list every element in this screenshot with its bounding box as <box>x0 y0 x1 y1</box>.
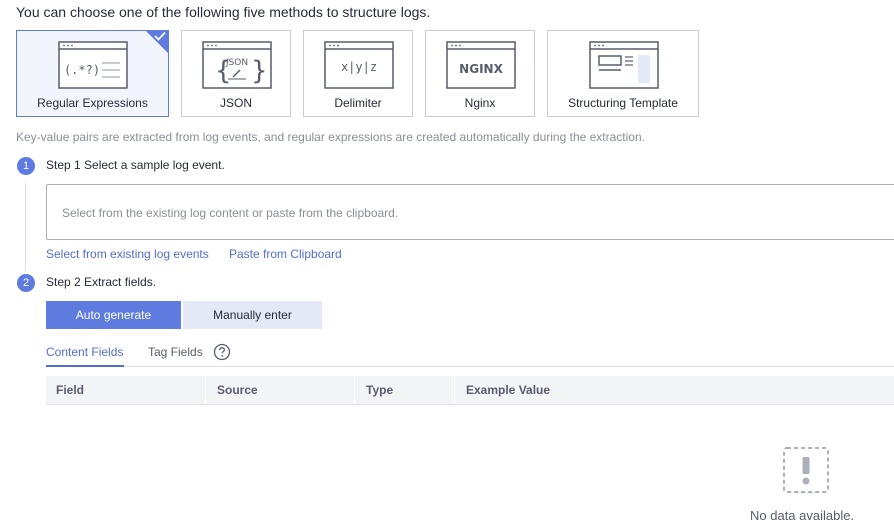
json-icon: { } JSON <box>202 41 272 89</box>
method-hint: Key-value pairs are extracted from log e… <box>16 130 645 144</box>
intro-text: You can choose one of the following five… <box>16 4 431 20</box>
tab-content-fields[interactable]: Content Fields <box>46 345 123 359</box>
regex-icon: (.*?) <box>58 41 128 89</box>
step-1-indicator: 1 <box>17 157 35 175</box>
step-connector <box>25 183 26 271</box>
nginx-icon: NGINX <box>446 41 516 89</box>
column-separator <box>205 376 206 404</box>
manually-enter-button[interactable]: Manually enter <box>183 301 322 329</box>
method-label: Delimiter <box>334 96 382 110</box>
fields-table-header: Field Source Type Example Value <box>46 376 894 405</box>
svg-text:}: } <box>251 56 268 86</box>
column-separator <box>354 376 355 404</box>
method-label: Nginx <box>464 96 496 110</box>
svg-text:x|y|z: x|y|z <box>341 60 377 74</box>
step-2-title: Step 2 Extract fields. <box>46 275 157 289</box>
tab-divider <box>46 366 894 367</box>
column-header-source: Source <box>217 383 258 397</box>
svg-text:NGINX: NGINX <box>459 62 503 76</box>
svg-text:JSON: JSON <box>225 58 248 68</box>
method-card-json[interactable]: { } JSON JSON <box>181 30 291 117</box>
method-label: JSON <box>219 96 252 110</box>
sample-log-input[interactable]: Select from the existing log content or … <box>46 184 894 240</box>
paste-clipboard-link[interactable]: Paste from Clipboard <box>229 247 342 261</box>
method-card-regular-expressions[interactable]: (.*?) Regular Expressions <box>16 30 169 117</box>
sample-log-placeholder: Select from the existing log content or … <box>62 206 399 220</box>
column-separator <box>454 376 455 404</box>
delimiter-icon: x|y|z <box>324 41 394 89</box>
step-1-title: Step 1 Select a sample log event. <box>46 158 225 172</box>
column-header-type: Type <box>366 383 394 397</box>
active-tab-indicator <box>46 365 124 367</box>
method-label: Regular Expressions <box>37 96 148 110</box>
select-existing-log-link[interactable]: Select from existing log events <box>46 247 209 261</box>
step-2-indicator: 2 <box>17 274 35 292</box>
method-card-delimiter[interactable]: x|y|z Delimiter <box>303 30 413 117</box>
method-card-nginx[interactable]: NGINX Nginx <box>425 30 535 117</box>
column-header-example-value: Example Value <box>466 383 551 397</box>
empty-state-text: No data available. <box>750 508 855 523</box>
auto-generate-button[interactable]: Auto generate <box>46 301 181 329</box>
template-icon <box>589 41 659 89</box>
help-icon[interactable] <box>213 343 231 361</box>
column-header-field: Field <box>56 383 85 397</box>
check-icon <box>154 31 166 41</box>
svg-text:(.*?): (.*?) <box>64 63 100 77</box>
method-label: Structuring Template <box>568 96 678 110</box>
method-card-structuring-template[interactable]: Structuring Template <box>547 30 699 117</box>
tab-tag-fields[interactable]: Tag Fields <box>148 345 203 359</box>
no-data-icon <box>783 447 829 494</box>
